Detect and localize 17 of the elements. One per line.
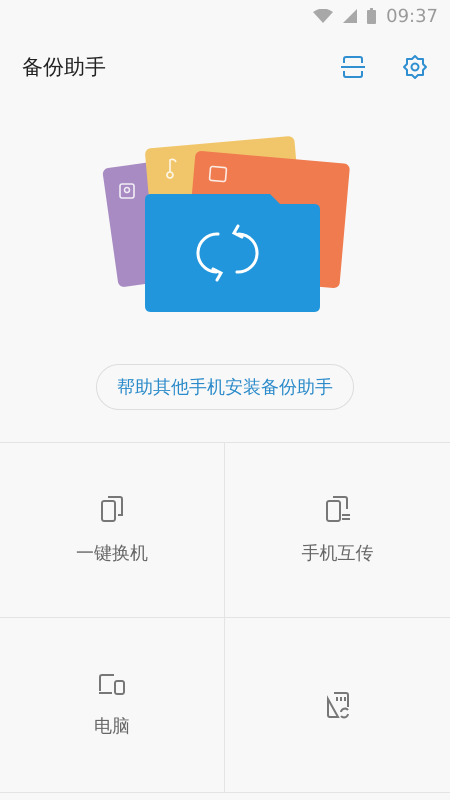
phone-transfer-icon xyxy=(324,495,350,523)
tile-label: 手机互传 xyxy=(302,542,374,565)
install-helper-button[interactable]: 帮助其他手机安装备份助手 xyxy=(96,364,354,410)
settings-icon[interactable] xyxy=(402,54,428,80)
status-time: 09:37 xyxy=(386,6,438,26)
phones-icon xyxy=(100,495,124,523)
feature-tile[interactable]: 一键换机 xyxy=(0,443,225,618)
app-title: 备份助手 xyxy=(22,54,106,81)
feature-tile[interactable]: 手机互传 xyxy=(225,443,450,618)
computer-phone-icon xyxy=(98,672,126,696)
tile-label: 一键换机 xyxy=(76,542,148,565)
signal-icon xyxy=(343,9,358,23)
feature-tile[interactable]: 电脑 xyxy=(0,618,225,793)
tile-label: 电脑 xyxy=(94,715,130,738)
battery-icon xyxy=(367,8,376,24)
scan-icon[interactable] xyxy=(340,55,366,79)
wifi-icon xyxy=(313,9,334,23)
